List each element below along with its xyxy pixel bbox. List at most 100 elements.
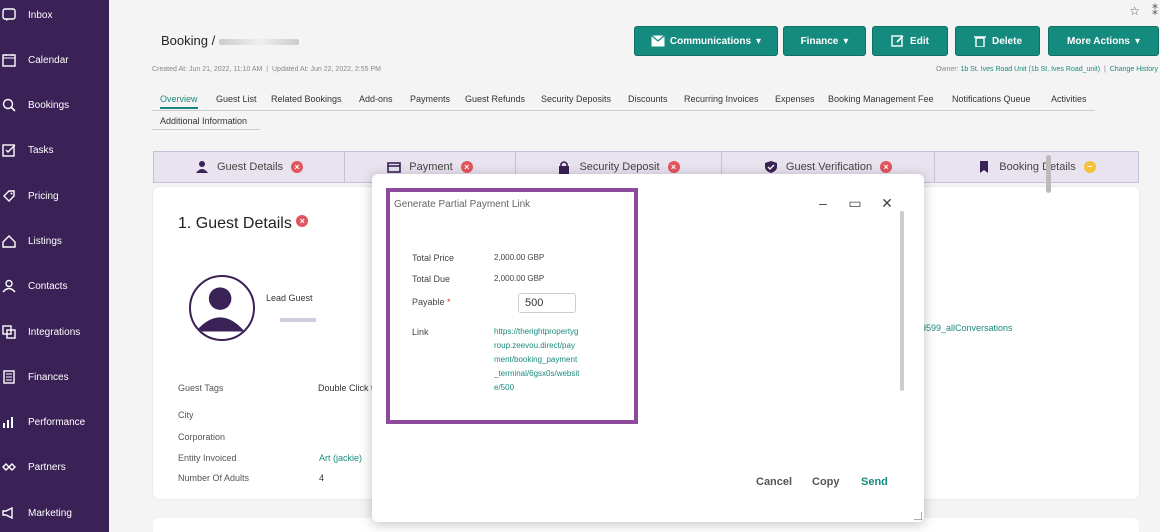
sidebar-item-inbox[interactable]: Inbox — [0, 0, 109, 30]
sidebar-item-bookings[interactable]: Bookings — [0, 90, 109, 120]
tab-overview[interactable]: Overview — [160, 94, 198, 109]
tab-activities[interactable]: Activities — [1051, 94, 1087, 107]
incomplete-icon: × — [291, 161, 304, 173]
sidebar-item-label: Integrations — [28, 326, 81, 338]
lead-guest-name-redacted[interactable] — [280, 318, 316, 322]
conversations-link[interactable]: 9599_allConversations — [921, 323, 1013, 333]
tab-security-deposits[interactable]: Security Deposits — [541, 94, 611, 107]
dialog-scrollbar[interactable] — [900, 211, 904, 391]
partial-payment-dialog: Generate Partial Payment Link – ▭ ✕ Tota… — [372, 174, 924, 522]
sidebar-item-calendar[interactable]: Calendar — [0, 45, 109, 75]
tab-discounts[interactable]: Discounts — [628, 94, 668, 107]
sidebar-item-label: Marketing — [28, 507, 72, 519]
section-title: 1. Guest Details × — [178, 215, 309, 233]
total-due-value: 2,000.00 GBP — [494, 274, 545, 283]
person-icon — [195, 161, 208, 173]
resize-handle[interactable] — [914, 512, 922, 520]
total-price-value: 2,000.00 GBP — [494, 253, 545, 262]
sidebar-item-contacts[interactable]: Contacts — [0, 271, 109, 301]
cancel-button[interactable]: Cancel — [756, 476, 792, 488]
sidebar-item-pricing[interactable]: Pricing — [0, 181, 109, 211]
finances-icon — [3, 370, 15, 384]
listings-icon — [2, 235, 16, 248]
performance-icon — [3, 417, 13, 428]
sidebar-item-label: Pricing — [28, 190, 59, 202]
copy-button[interactable]: Copy — [812, 476, 840, 488]
edit-button[interactable]: Edit — [872, 26, 948, 56]
marketing-icon — [2, 506, 13, 520]
window-controls: – ▭ ✕ — [816, 195, 894, 212]
shield-check-icon — [764, 161, 777, 173]
card-icon — [387, 162, 402, 173]
person-icon — [195, 287, 245, 332]
tab-guest-list[interactable]: Guest List — [216, 94, 257, 107]
sidebar-item-finances[interactable]: Finances — [0, 362, 109, 392]
tab-booking-management-fee[interactable]: Booking Management Fee — [828, 94, 934, 107]
inbox-icon — [2, 8, 16, 21]
trash-icon — [973, 36, 986, 47]
change-history-link[interactable]: Change History — [1110, 66, 1158, 73]
tab-guest-refunds[interactable]: Guest Refunds — [465, 94, 525, 107]
owner-link[interactable]: 1b St. Ives Road Unit (1b St. Ives Road_… — [960, 66, 1100, 73]
tab-add-ons[interactable]: Add-ons — [359, 94, 393, 107]
sidebar-item-tasks[interactable]: Tasks — [0, 135, 109, 165]
minimize-icon[interactable]: – — [816, 195, 830, 212]
integrations-icon — [2, 325, 16, 339]
payable-input[interactable]: 500 — [518, 293, 576, 313]
sidebar-item-label: Inbox — [28, 9, 53, 21]
dialog-title: Generate Partial Payment Link — [394, 199, 531, 210]
total-due-label: Total Due — [412, 274, 451, 284]
sidebar-item-label: Contacts — [28, 280, 68, 292]
payable-label: Payable * — [412, 297, 451, 307]
finance-button[interactable]: Finance ▾ — [783, 26, 866, 56]
send-button[interactable]: Send — [861, 476, 888, 488]
sidebar-item-label: Tasks — [28, 144, 54, 156]
entity-invoiced-link[interactable]: Art (jackie) — [319, 453, 362, 463]
delete-button[interactable]: Delete — [955, 26, 1040, 56]
entity-invoiced-label: Entity Invoiced — [178, 453, 237, 463]
incomplete-icon: × — [460, 161, 473, 173]
partial-icon: – — [1083, 161, 1096, 173]
tab-related-bookings[interactable]: Related Bookings — [271, 94, 342, 107]
step-booking-details[interactable]: Booking Details – — [934, 151, 1139, 183]
divider — [152, 110, 1095, 111]
booking-ref-redacted — [219, 38, 300, 45]
sidebar-item-integrations[interactable]: Integrations — [0, 317, 109, 347]
incomplete-icon: × — [880, 161, 893, 173]
calendar-icon — [2, 54, 16, 67]
guest-tags-value[interactable]: Double Click t — [318, 383, 374, 393]
sidebar-item-performance[interactable]: Performance — [0, 407, 109, 437]
tasks-icon — [2, 144, 16, 157]
partners-icon — [2, 463, 16, 471]
payment-link[interactable]: https://therightpropertygroup.zeevou.dir… — [494, 325, 580, 395]
total-price-label: Total Price — [412, 253, 455, 263]
tab-recurring-invoices[interactable]: Recurring Invoices — [684, 94, 759, 107]
more-actions-button[interactable]: More Actions ▾ — [1048, 26, 1159, 56]
step-guest-details[interactable]: Guest Details × — [153, 151, 345, 183]
sidebar-item-label: Performance — [28, 416, 86, 428]
communications-button[interactable]: Communications ▾ — [634, 26, 778, 56]
tab-additional-information[interactable]: Additional Information — [160, 116, 247, 129]
maximize-icon[interactable]: ▭ — [848, 195, 862, 212]
incomplete-icon: × — [296, 215, 309, 227]
tab-expenses[interactable]: Expenses — [775, 94, 815, 107]
page-scrollbar[interactable] — [1046, 155, 1051, 193]
contacts-icon — [2, 279, 16, 293]
tab-notifications-queue[interactable]: Notifications Queue — [952, 94, 1031, 107]
bookings-icon — [2, 98, 16, 112]
sidebar-item-listings[interactable]: Listings — [0, 226, 109, 256]
avatar — [189, 275, 255, 341]
sidebar-item-label: Bookings — [28, 99, 70, 111]
pricing-icon — [3, 190, 15, 202]
sidebar-item-label: Finances — [28, 371, 69, 383]
close-icon[interactable]: ✕ — [880, 195, 894, 212]
corporation-label: Corporation — [178, 432, 226, 442]
sidebar-item-partners[interactable]: Partners — [0, 452, 109, 482]
sidebar-item-marketing[interactable]: Marketing — [0, 498, 109, 528]
link-label: Link — [412, 327, 429, 337]
required-marker: * — [447, 297, 451, 307]
tab-payments[interactable]: Payments — [410, 94, 450, 107]
sidebar-item-label: Calendar — [28, 54, 69, 66]
owner-info: Owner: 1b St. Ives Road Unit (1b St. Ive… — [935, 66, 1158, 73]
guest-tags-label: Guest Tags — [178, 383, 224, 393]
